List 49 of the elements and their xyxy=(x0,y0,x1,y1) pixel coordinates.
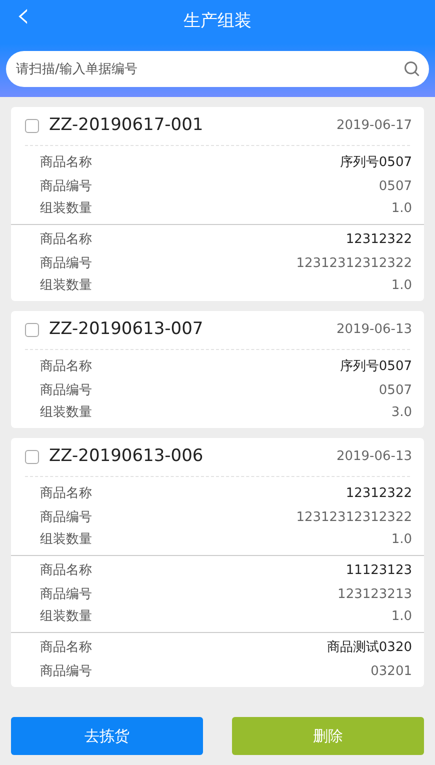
field-label: 商品名称 xyxy=(40,231,92,250)
field-label: 商品编号 xyxy=(40,178,92,196)
field-value: 12312322 xyxy=(346,231,412,250)
field-label: 商品名称 xyxy=(40,485,92,504)
order-number: ZZ-20190613-007 xyxy=(49,318,204,342)
checkbox[interactable] xyxy=(25,450,39,464)
field-label: 组装数量 xyxy=(40,404,92,422)
field-value: 0507 xyxy=(378,382,412,400)
field-label: 组装数量 xyxy=(40,608,92,626)
field-label: 商品编号 xyxy=(40,586,92,604)
field-label: 商品编号 xyxy=(40,663,92,682)
checkbox[interactable] xyxy=(25,323,39,337)
action-button[interactable]: 去拣货 xyxy=(11,717,203,755)
field-value: 1.0 xyxy=(391,200,412,218)
field-value: 12312312312322 xyxy=(296,255,412,274)
field-value: 11123123 xyxy=(346,562,412,580)
back-button[interactable]: ‹ xyxy=(16,0,30,34)
field-label: 组装数量 xyxy=(40,200,92,218)
field-value: 1.0 xyxy=(391,531,412,550)
checkbox[interactable] xyxy=(25,119,39,133)
search-icon[interactable] xyxy=(403,60,421,78)
field-value: 12312312312322 xyxy=(296,509,412,528)
search-field[interactable]: 请扫描/输入单据编号 xyxy=(6,51,429,87)
field-label: 商品名称 xyxy=(40,639,92,658)
field-value: 商品测试0320 xyxy=(326,639,412,658)
page-title: 生产组装 xyxy=(184,10,252,34)
field-label: 商品名称 xyxy=(40,154,92,172)
field-value: 序列号0507 xyxy=(340,358,412,376)
field-value: 1.0 xyxy=(391,277,412,296)
field-label: 组装数量 xyxy=(40,531,92,550)
field-value: 123123213 xyxy=(338,586,412,604)
order-number: ZZ-20190617-001 xyxy=(49,114,204,138)
field-label: 商品编号 xyxy=(40,509,92,528)
order-date: 2019-06-17 xyxy=(336,117,412,136)
field-value: 序列号0507 xyxy=(340,154,412,172)
field-label: 商品名称 xyxy=(40,358,92,376)
field-value: 3.0 xyxy=(391,404,412,422)
order-number: ZZ-20190613-006 xyxy=(49,445,204,468)
field-label: 商品名称 xyxy=(40,562,92,580)
action-button[interactable]: 删除 xyxy=(232,717,424,755)
field-value: 0507 xyxy=(378,178,412,196)
field-label: 商品编号 xyxy=(40,255,92,274)
field-value: 1.0 xyxy=(391,608,412,626)
field-value: 12312322 xyxy=(346,485,412,504)
field-label: 商品编号 xyxy=(40,382,92,400)
order-date: 2019-06-13 xyxy=(336,321,412,340)
field-label: 组装数量 xyxy=(40,277,92,296)
field-value: 03201 xyxy=(370,663,412,682)
order-date: 2019-06-13 xyxy=(336,448,412,466)
